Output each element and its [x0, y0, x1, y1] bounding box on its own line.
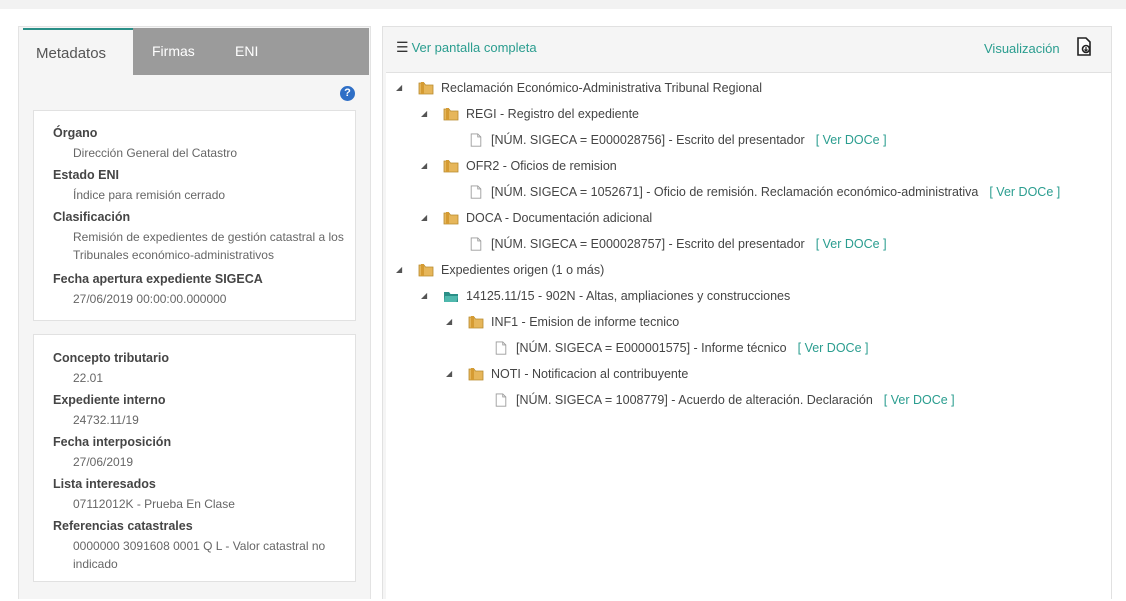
field-label-referencias: Referencias catastrales: [53, 519, 193, 533]
document-icon: [468, 133, 484, 147]
field-value-concepto: 22.01: [73, 371, 104, 385]
tab-metadatos[interactable]: Metadatos: [23, 28, 133, 75]
panel-header: ☰ Ver pantalla completa Visualización: [383, 27, 1111, 71]
expand-caret-icon[interactable]: ◢: [421, 155, 427, 177]
tree-item-label: Reclamación Económico-Administrativa Tri…: [441, 81, 762, 95]
folder-icon: [468, 315, 484, 329]
document-icon: [493, 341, 509, 355]
tree-folder-row[interactable]: ◢ DOCA - Documentación adicional: [386, 207, 1106, 229]
document-download-icon[interactable]: [1076, 37, 1092, 56]
tree-item-label: 14125.11/15 - 902N - Altas, ampliaciones…: [466, 289, 791, 303]
top-strip: [0, 0, 1126, 9]
ver-doce-link[interactable]: [ Ver DOCe ]: [816, 129, 887, 151]
expand-caret-icon[interactable]: ◢: [421, 103, 427, 125]
tree-folder-row[interactable]: ◢ INF1 - Emision de informe tecnico: [386, 311, 1106, 333]
field-label-expediente-interno: Expediente interno: [53, 393, 166, 407]
fullscreen-label: Ver pantalla completa: [411, 40, 537, 55]
tree-item-label: [NÚM. SIGECA = E000028757] - Escrito del…: [491, 237, 805, 251]
field-value-lista-interesados: 07112012K - Prueba En Clase: [73, 497, 235, 511]
tree-folder-row[interactable]: ◢ NOTI - Notificacion al contribuyente: [386, 363, 1106, 385]
ver-doce-link[interactable]: [ Ver DOCe ]: [989, 181, 1060, 203]
document-icon: [468, 185, 484, 199]
tree-item-label: INF1 - Emision de informe tecnico: [491, 315, 680, 329]
document-tree-panel: ☰ Ver pantalla completa Visualización ◢ Re…: [382, 26, 1112, 601]
field-label-lista-interesados: Lista interesados: [53, 477, 156, 491]
folder-icon: [418, 263, 434, 277]
ver-doce-link[interactable]: [ Ver DOCe ]: [798, 337, 869, 359]
field-value-expediente-interno: 24732.11/19: [73, 413, 139, 427]
expand-caret-icon[interactable]: ◢: [396, 77, 402, 99]
folder-icon: [443, 107, 459, 121]
expand-caret-icon[interactable]: ◢: [446, 363, 452, 385]
metadata-panel: Metadatos Firmas ENI ? Órgano Dirección …: [18, 26, 371, 599]
tab-bar: Metadatos Firmas ENI: [23, 28, 369, 75]
field-value-fecha-apertura: 27/06/2019 00:00:00.000000: [73, 292, 227, 306]
metadata-box-general: Órgano Dirección General del Catastro Es…: [33, 110, 356, 321]
tree-document-row[interactable]: [NÚM. SIGECA = 1052671] - Oficio de remi…: [386, 181, 1106, 203]
tree-folder-row[interactable]: ◢ OFR2 - Oficios de remision: [386, 155, 1106, 177]
expand-caret-icon[interactable]: ◢: [421, 207, 427, 229]
field-value-organo: Dirección General del Catastro: [73, 146, 238, 160]
tree-document-row[interactable]: [NÚM. SIGECA = E000001575] - Informe téc…: [386, 337, 1106, 359]
tree-item-label: NOTI - Notificacion al contribuyente: [491, 367, 689, 381]
tree-document-row[interactable]: [NÚM. SIGECA = E000028756] - Escrito del…: [386, 129, 1106, 151]
tree-folder-row[interactable]: ◢ 14125.11/15 - 902N - Altas, ampliacione…: [386, 285, 1106, 307]
folder-icon: [443, 159, 459, 173]
tree-item-label: [NÚM. SIGECA = E000001575] - Informe téc…: [516, 341, 787, 355]
tree-item-label: [NÚM. SIGECA = 1052671] - Oficio de remi…: [491, 185, 979, 199]
folder-icon: [443, 211, 459, 225]
tree-document-row[interactable]: [NÚM. SIGECA = E000028757] - Escrito del…: [386, 233, 1106, 255]
menu-icon: ☰: [396, 39, 409, 55]
folder-icon: [443, 289, 459, 303]
field-label-concepto: Concepto tributario: [53, 351, 169, 365]
document-tree: ◢ Reclamación Económico-Administrativa Tr…: [386, 72, 1111, 601]
field-label-clasificacion: Clasificación: [53, 210, 131, 224]
ver-doce-link[interactable]: [ Ver DOCe ]: [816, 233, 887, 255]
tree-document-row[interactable]: [NÚM. SIGECA = 1008779] - Acuerdo de alt…: [386, 389, 1106, 411]
folder-icon: [468, 367, 484, 381]
tab-firmas[interactable]: Firmas: [152, 28, 195, 75]
field-label-fecha-interposicion: Fecha interposición: [53, 435, 172, 449]
field-value-referencias: 0000000 3091608 0001 Q L - Valor catastr…: [73, 539, 326, 571]
document-icon: [493, 393, 509, 407]
tree-item-label: [NÚM. SIGECA = 1008779] - Acuerdo de alt…: [516, 393, 873, 407]
field-label-organo: Órgano: [53, 126, 98, 140]
field-value-clasificacion: Remisión de expedientes de gestión catas…: [73, 230, 344, 262]
tab-eni[interactable]: ENI: [235, 28, 258, 75]
metadata-box-expediente: Concepto tributario 22.01 Expediente int…: [33, 334, 356, 582]
visualizacion-link[interactable]: Visualización: [984, 41, 1060, 56]
expand-caret-icon[interactable]: ◢: [421, 285, 427, 307]
document-icon: [468, 237, 484, 251]
expand-caret-icon[interactable]: ◢: [396, 259, 402, 281]
fullscreen-link[interactable]: ☰ Ver pantalla completa: [396, 39, 537, 56]
tree-item-label: DOCA - Documentación adicional: [466, 211, 653, 225]
tree-folder-row[interactable]: ◢ Expedientes origen (1 o más): [386, 259, 1106, 281]
ver-doce-link[interactable]: [ Ver DOCe ]: [884, 389, 955, 411]
tree-item-label: [NÚM. SIGECA = E000028756] - Escrito del…: [491, 133, 805, 147]
field-value-estado-eni: Índice para remisión cerrado: [73, 188, 226, 202]
help-icon[interactable]: ?: [340, 86, 355, 101]
expand-caret-icon[interactable]: ◢: [446, 311, 452, 333]
tree-item-label: OFR2 - Oficios de remision: [466, 159, 617, 173]
tree-folder-row[interactable]: ◢ REGI - Registro del expediente: [386, 103, 1106, 125]
folder-icon: [418, 81, 434, 95]
tree-item-label: Expedientes origen (1 o más): [441, 263, 605, 277]
field-label-estado-eni: Estado ENI: [53, 168, 119, 182]
tree-folder-row[interactable]: ◢ Reclamación Económico-Administrativa Tr…: [386, 77, 1106, 99]
field-value-fecha-interposicion: 27/06/2019: [73, 455, 134, 469]
tree-item-label: REGI - Registro del expediente: [466, 107, 640, 121]
field-label-fecha-apertura: Fecha apertura expediente SIGECA: [53, 272, 263, 286]
